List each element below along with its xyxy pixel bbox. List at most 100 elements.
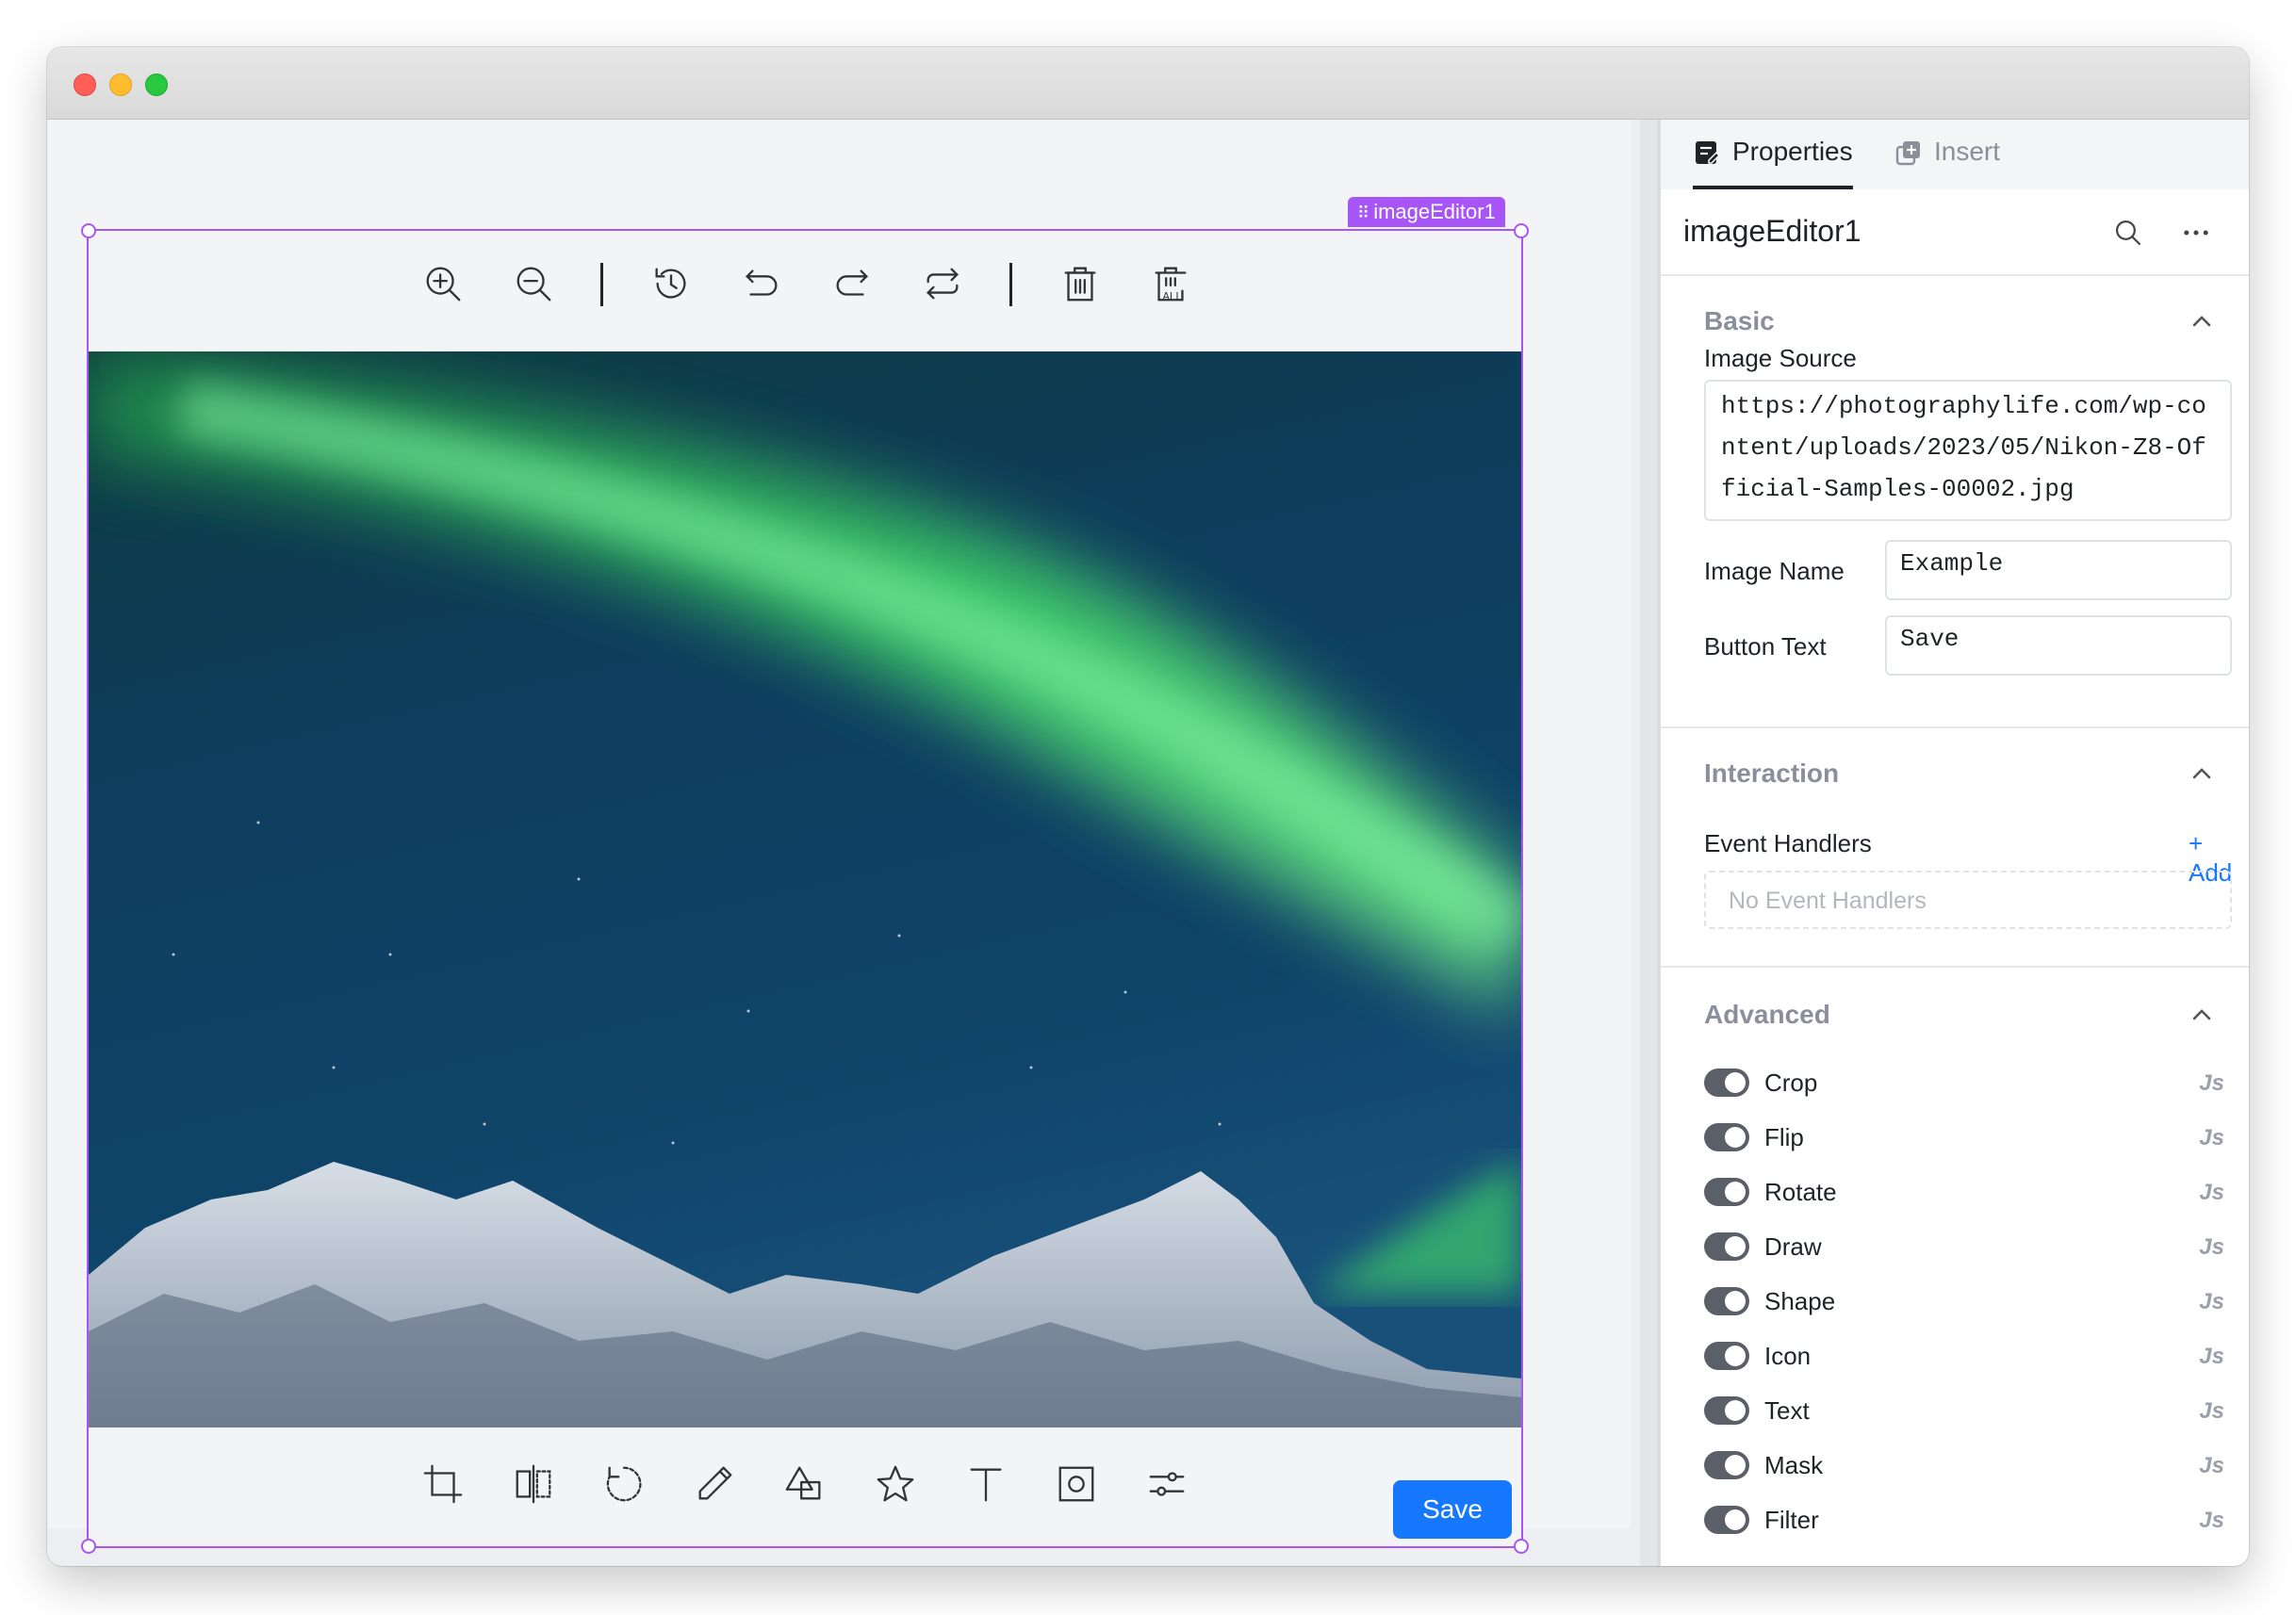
- editor-image[interactable]: [89, 351, 1521, 1427]
- delete-all-icon[interactable]: ALL: [1144, 257, 1197, 310]
- toolbar-divider: [600, 263, 603, 306]
- flip-icon[interactable]: [507, 1458, 560, 1510]
- js-binding-button[interactable]: Js: [2199, 1070, 2224, 1097]
- toggle-row-flip: Flip Js: [1704, 1119, 2232, 1157]
- draw-icon[interactable]: [688, 1458, 741, 1510]
- draw-toggle[interactable]: [1704, 1232, 1749, 1261]
- tab-properties-label: Properties: [1732, 137, 1853, 166]
- toggle-row-mask: Mask Js: [1704, 1447, 2232, 1485]
- component-name[interactable]: imageEditor1: [1683, 214, 1861, 249]
- minimize-window-button[interactable]: [109, 73, 132, 96]
- js-binding-button[interactable]: Js: [2199, 1289, 2224, 1315]
- button-text-input[interactable]: Save: [1885, 615, 2232, 676]
- js-binding-button[interactable]: Js: [2199, 1398, 2224, 1425]
- event-handlers-empty: No Event Handlers: [1704, 871, 2232, 929]
- properties-icon: [1696, 141, 1721, 164]
- js-binding-button[interactable]: Js: [2199, 1344, 2224, 1370]
- canvas-scrollbar[interactable]: [1640, 120, 1657, 1566]
- zoom-out-icon[interactable]: [507, 257, 560, 310]
- mask-toggle[interactable]: [1704, 1451, 1749, 1479]
- component-tag[interactable]: ⠿ imageEditor1: [1348, 197, 1505, 227]
- shape-toggle[interactable]: [1704, 1287, 1749, 1315]
- toolbar-divider: [1009, 263, 1012, 306]
- history-icon[interactable]: [645, 257, 697, 310]
- toggle-row-crop: Crop Js: [1704, 1065, 2232, 1102]
- toggle-label: Icon: [1764, 1342, 1812, 1370]
- editor-bottom-toolbar: Save: [89, 1427, 1521, 1546]
- js-binding-button[interactable]: Js: [2199, 1180, 2224, 1206]
- rotate-icon[interactable]: [598, 1458, 650, 1510]
- js-binding-button[interactable]: Js: [2199, 1125, 2224, 1151]
- more-options-icon[interactable]: [2177, 214, 2215, 252]
- js-binding-button[interactable]: Js: [2199, 1508, 2224, 1534]
- chevron-up-icon[interactable]: [2189, 308, 2215, 334]
- filter-icon[interactable]: [1140, 1458, 1193, 1510]
- panel-tabs: Properties Insert: [1661, 120, 2249, 189]
- delete-all-badge: ALL: [1162, 291, 1182, 302]
- save-button[interactable]: Save: [1393, 1480, 1512, 1539]
- toggle-row-rotate: Rotate Js: [1704, 1174, 2232, 1212]
- text-icon[interactable]: [959, 1458, 1012, 1510]
- shape-icon[interactable]: [779, 1458, 831, 1510]
- icon-star-icon[interactable]: [869, 1458, 922, 1510]
- rotate-toggle[interactable]: [1704, 1178, 1749, 1206]
- close-window-button[interactable]: [74, 73, 96, 96]
- chevron-up-icon[interactable]: [2189, 760, 2215, 787]
- section-divider: [1661, 726, 2249, 728]
- aurora-photo: [89, 351, 1521, 1427]
- toggle-row-draw: Draw Js: [1704, 1229, 2232, 1266]
- search-icon[interactable]: [2109, 214, 2147, 252]
- toggle-label: Crop: [1764, 1069, 1818, 1097]
- toggle-label: Shape: [1764, 1287, 1836, 1315]
- toggle-label: Rotate: [1764, 1178, 1837, 1206]
- drag-handle-icon[interactable]: ⠿: [1357, 204, 1369, 222]
- toggle-row-icon: Icon Js: [1704, 1338, 2232, 1376]
- editor-top-toolbar: ALL: [89, 231, 1521, 351]
- redo-icon[interactable]: [826, 257, 878, 310]
- section-interaction-title[interactable]: Interaction: [1704, 759, 1839, 789]
- tab-properties[interactable]: Properties: [1693, 137, 1853, 189]
- toggle-label: Draw: [1764, 1232, 1822, 1261]
- zoom-in-icon[interactable]: [417, 257, 469, 310]
- filter-toggle[interactable]: [1704, 1506, 1749, 1534]
- tab-insert[interactable]: Insert: [1894, 137, 2000, 189]
- component-tag-label: imageEditor1: [1373, 200, 1496, 223]
- properties-panel: Properties Insert imageEditor1 Basic Ima…: [1661, 120, 2249, 1566]
- icon-toggle[interactable]: [1704, 1342, 1749, 1370]
- toggle-label: Filter: [1764, 1506, 1819, 1534]
- component-header: imageEditor1: [1661, 189, 2249, 276]
- app-window: ⠿ imageEditor1 ALL Save Properties Inser…: [47, 47, 2249, 1566]
- reset-icon[interactable]: [916, 257, 969, 310]
- toggle-label: Mask: [1764, 1451, 1824, 1479]
- crop-toggle[interactable]: [1704, 1069, 1749, 1097]
- delete-icon[interactable]: [1054, 257, 1107, 310]
- button-text-label: Button Text: [1704, 632, 1827, 661]
- undo-icon[interactable]: [735, 257, 788, 310]
- chevron-up-icon[interactable]: [2189, 1002, 2215, 1028]
- toggle-label: Text: [1764, 1396, 1810, 1425]
- section-advanced-title[interactable]: Advanced: [1704, 1000, 1830, 1030]
- title-bar: [47, 47, 2249, 120]
- image-source-label: Image Source: [1704, 344, 1857, 372]
- toggle-row-filter: Filter Js: [1704, 1502, 2232, 1540]
- section-divider: [1661, 966, 2249, 968]
- crop-icon[interactable]: [417, 1458, 469, 1510]
- insert-icon: [1895, 141, 1920, 166]
- image-source-input[interactable]: https://photographylife.com/wp-content/u…: [1704, 380, 2232, 521]
- image-name-input[interactable]: Example: [1885, 540, 2232, 600]
- mask-icon[interactable]: [1050, 1458, 1103, 1510]
- tab-insert-label: Insert: [1934, 137, 2001, 166]
- image-editor[interactable]: ALL Save: [81, 223, 1529, 1554]
- section-basic-title[interactable]: Basic: [1704, 306, 1775, 336]
- text-toggle[interactable]: [1704, 1396, 1749, 1425]
- flip-toggle[interactable]: [1704, 1123, 1749, 1151]
- maximize-window-button[interactable]: [145, 73, 168, 96]
- js-binding-button[interactable]: Js: [2199, 1234, 2224, 1261]
- js-binding-button[interactable]: Js: [2199, 1453, 2224, 1479]
- toggle-row-text: Text Js: [1704, 1393, 2232, 1430]
- toggle-label: Flip: [1764, 1123, 1804, 1151]
- image-name-label: Image Name: [1704, 557, 1845, 585]
- canvas-area: ⠿ imageEditor1 ALL Save: [47, 120, 1642, 1566]
- canvas: ⠿ imageEditor1 ALL Save: [47, 120, 1631, 1554]
- toggle-row-shape: Shape Js: [1704, 1283, 2232, 1321]
